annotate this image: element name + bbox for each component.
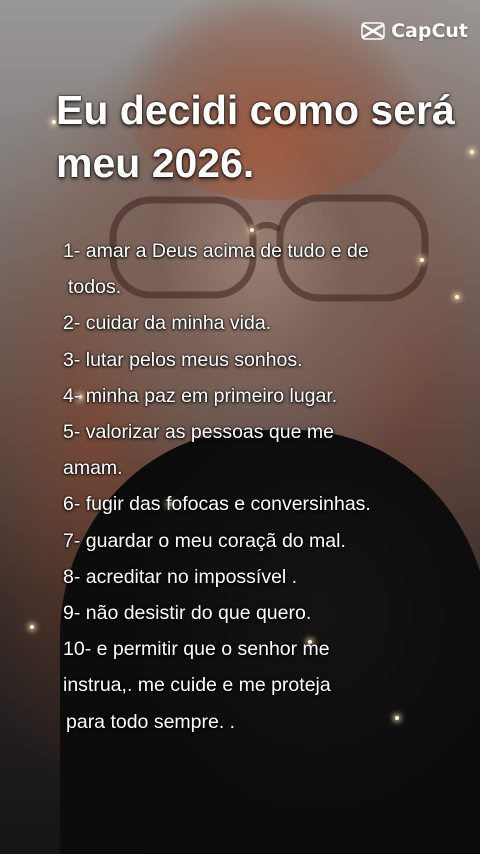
video-frame: CapCut Eu decidi como será meu 2026. 1- …: [0, 0, 480, 854]
list-line: amam.: [63, 457, 123, 480]
list-line: todos.: [68, 276, 122, 299]
list-line: 9- não desistir do que quero.: [63, 602, 312, 625]
list-line: 10- e permitir que o senhor me: [63, 638, 330, 661]
page-title: Eu decidi como será meu 2026.: [56, 84, 456, 190]
watermark-label: CapCut: [391, 20, 468, 42]
list-line: 3- lutar pelos meus sonhos.: [63, 348, 303, 371]
capcut-watermark: CapCut: [361, 20, 468, 42]
list-line: para todo sempre. .: [66, 710, 236, 733]
sparkle: [470, 150, 474, 154]
title-line-2: meu 2026.: [56, 140, 255, 186]
list-line: 5- valorizar as pessoas que me: [63, 421, 334, 444]
list-line: instrua,. me cuide e me proteja: [63, 674, 331, 697]
sparkle: [30, 625, 34, 629]
list-line: 1- amar a Deus acima de tudo e de: [63, 240, 369, 262]
list-line: 7- guardar o meu coraçã do mal.: [63, 529, 346, 552]
list-line: 8- acreditar no impossível .: [63, 565, 298, 588]
resolutions-list: 1- amar a Deus acima de tudo e de todos.…: [63, 233, 463, 740]
list-line: 4- minha paz em primeiro lugar.: [63, 384, 338, 407]
list-line: 6- fugir das fofocas e conversinhas.: [63, 493, 371, 516]
sparkle: [250, 228, 254, 232]
title-line-1: Eu decidi como será: [56, 87, 455, 133]
list-line: 2- cuidar da minha vida.: [63, 312, 272, 335]
capcut-logo-icon: [361, 22, 385, 40]
